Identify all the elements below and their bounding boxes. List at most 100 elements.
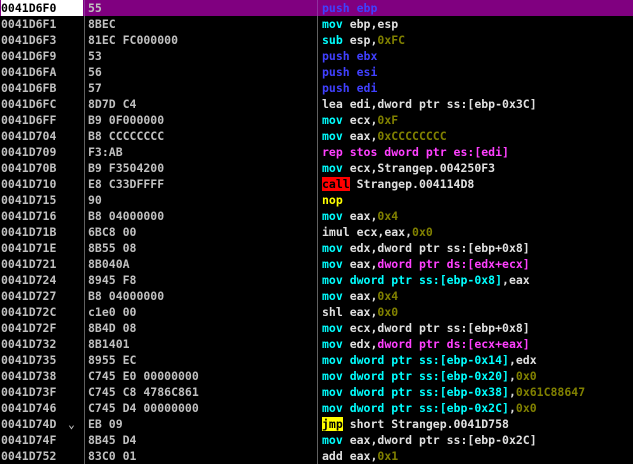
instruction-token: , (508, 385, 516, 399)
instruction-token: mov (322, 337, 350, 351)
hex-bytes-cell: 53 (88, 49, 102, 63)
disasm-row[interactable]: 0041D710 E8 C33DFFFF call Strangep.004114D… (0, 176, 633, 192)
instruction-token: add (322, 449, 350, 463)
hex-bytes-cell: 8B55 08 (88, 241, 137, 255)
disasm-row[interactable]: 0041D6F0 55 push ebp (0, 0, 633, 16)
disasm-row[interactable]: 0041D6F9 53 push ebx (0, 48, 633, 64)
instruction-cell: nop (322, 192, 343, 208)
column-divider (317, 288, 318, 304)
address-cell: 0041D74F (1, 432, 83, 448)
instruction-cell: sub esp,0xFC (322, 32, 405, 48)
disasm-row[interactable]: 0041D727 B8 04000000 mov eax,0x4 (0, 288, 633, 304)
column-divider (84, 256, 85, 272)
instruction-token: mov (322, 401, 350, 415)
column-divider (317, 304, 318, 320)
column-divider (84, 64, 85, 80)
hex-bytes-cell: B8 CCCCCCCC (88, 129, 165, 143)
disasm-row[interactable]: 0041D6F1 8BEC mov ebp,esp (0, 16, 633, 32)
address-cell: 0041D715 (1, 192, 83, 208)
hex-bytes-cell: 81EC FC000000 (88, 33, 179, 47)
column-divider (84, 48, 85, 64)
hex-bytes-cell: C745 C8 4786C861 (88, 385, 199, 399)
disasm-row[interactable]: 0041D746 C745 D4 00000000 mov dword ptr ss… (0, 400, 633, 416)
instruction-token: dword ptr ss:[ebp-0x38] (349, 385, 509, 399)
disasm-row[interactable]: 0041D732 8B1401 mov edx,dword ptr ds:[ecx+… (0, 336, 633, 352)
instruction-token: rep stos dword ptr es:[edi] (322, 145, 509, 159)
instruction-token: push esi (322, 65, 378, 79)
column-divider (84, 240, 85, 256)
disasm-row[interactable]: 0041D715 90 nop (0, 192, 633, 208)
disasm-row[interactable]: 0041D72F 8B4D 08 mov ecx,dword ptr ss:[ebp… (0, 320, 633, 336)
instruction-token: eax, (349, 129, 378, 143)
instruction-cell: call Strangep.004114D8 (322, 176, 474, 192)
disasm-row[interactable]: 0041D6FA 56 push esi (0, 64, 633, 80)
disasm-row[interactable]: 0041D738 C745 E0 00000000 mov dword ptr ss… (0, 368, 633, 384)
instruction-token: dword ptr ss:[ebp-0x2C] (349, 401, 509, 415)
instruction-token: mov (322, 289, 350, 303)
instruction-token: imul (322, 225, 357, 239)
disasm-row[interactable]: 0041D74D ⌄ EB 09 jmp short Strangep.0041D75… (0, 416, 633, 432)
instruction-token: mov (322, 241, 350, 255)
instruction-token: mov (322, 385, 350, 399)
instruction-token: mov (322, 321, 350, 335)
instruction-token: , (508, 401, 516, 415)
instruction-token: ecx,eax, (356, 225, 413, 239)
instruction-token: dword ptr ds:[edx+ecx] (377, 257, 530, 271)
column-divider (84, 288, 85, 304)
disasm-row[interactable]: 0041D6FB 57 push edi (0, 80, 633, 96)
disasm-row[interactable]: 0041D73F C745 C8 4786C861 mov dword ptr ss… (0, 384, 633, 400)
column-divider (84, 144, 85, 160)
address-cell: 0041D6F9 (1, 48, 83, 64)
disasm-row[interactable]: 0041D74F 8B45 D4 mov eax,dword ptr ss:[ebp… (0, 432, 633, 448)
disasm-row[interactable]: 0041D71B 6BC8 00 imul ecx,eax,0x0 (0, 224, 633, 240)
address-cell: 0041D6F1 (1, 16, 83, 32)
disasm-row[interactable]: 0041D70B B9 F3504200 mov ecx,Strangep.0042… (0, 160, 633, 176)
instruction-token: esp, (349, 33, 378, 47)
address-cell: 0041D704 (1, 128, 83, 144)
column-divider (317, 256, 318, 272)
address-cell: 0041D732 (1, 336, 83, 352)
instruction-cell: push ebp (322, 0, 377, 16)
instruction-token: mov (322, 113, 350, 127)
disasm-row[interactable]: 0041D721 8B040A mov eax,dword ptr ds:[edx+… (0, 256, 633, 272)
instruction-cell: mov dword ptr ss:[ebp-0x8],eax (322, 272, 530, 288)
disasm-row[interactable]: 0041D735 8955 EC mov dword ptr ss:[ebp-0x1… (0, 352, 633, 368)
instruction-token: edx,dword ptr ss:[ebp+0x8] (349, 241, 530, 255)
disasm-row[interactable]: 0041D716 B8 04000000 mov eax,0x4 (0, 208, 633, 224)
address-cell: 0041D727 (1, 288, 83, 304)
instruction-token: eax,dword ptr ss:[ebp-0x2C] (349, 433, 537, 447)
disasm-row[interactable]: 0041D6FC 8D7D C4 lea edi,dword ptr ss:[ebp… (0, 96, 633, 112)
column-divider (84, 352, 85, 368)
instruction-token: dword ptr ss:[ebp-0x14] (349, 353, 509, 367)
address-cell: 0041D6FC (1, 96, 83, 112)
instruction-token: ecx,dword ptr ss:[ebp+0x8] (349, 321, 530, 335)
hex-bytes-cell: 8BEC (88, 17, 116, 31)
disasm-row[interactable]: 0041D71E 8B55 08 mov edx,dword ptr ss:[ebp… (0, 240, 633, 256)
disasm-row[interactable]: 0041D724 8945 F8 mov dword ptr ss:[ebp-0x8… (0, 272, 633, 288)
instruction-cell: mov eax,0xCCCCCCCC (322, 128, 447, 144)
address-cell: 0041D724 (1, 272, 83, 288)
column-divider (317, 16, 318, 32)
hex-bytes-cell: 8D7D C4 (88, 97, 137, 111)
disasm-row[interactable]: 0041D709 F3:AB rep stos dword ptr es:[edi] (0, 144, 633, 160)
disasm-row[interactable]: 0041D704 B8 CCCCCCCC mov eax,0xCCCCCCCC (0, 128, 633, 144)
instruction-token: mov (322, 17, 350, 31)
instruction-token: 0x0 (515, 401, 537, 415)
disasm-row[interactable]: 0041D6FF B9 0F000000 mov ecx,0xF (0, 112, 633, 128)
column-divider (317, 32, 318, 48)
disasm-row[interactable]: 0041D72C c1e0 00 shl eax,0x0 (0, 304, 633, 320)
instruction-cell: push edi (322, 80, 377, 96)
column-divider (84, 368, 85, 384)
column-divider (317, 368, 318, 384)
instruction-token: mov (322, 209, 350, 223)
column-divider (84, 16, 85, 32)
disasm-row[interactable]: 0041D752 83C0 01 add eax,0x1 (0, 448, 633, 464)
column-divider (317, 336, 318, 352)
disasm-row[interactable]: 0041D6F3 81EC FC000000 sub esp,0xFC (0, 32, 633, 48)
instruction-token: lea (322, 97, 350, 111)
hex-bytes-cell: EB 09 (88, 417, 123, 431)
instruction-token: dword ptr ds:[ecx+eax] (377, 337, 530, 351)
column-divider (84, 128, 85, 144)
instruction-token: 0x1 (377, 449, 399, 463)
disassembly-listing[interactable]: 0041D6F0 55 push ebp 0041D6F1 8BEC mov ebp,es… (0, 0, 633, 464)
